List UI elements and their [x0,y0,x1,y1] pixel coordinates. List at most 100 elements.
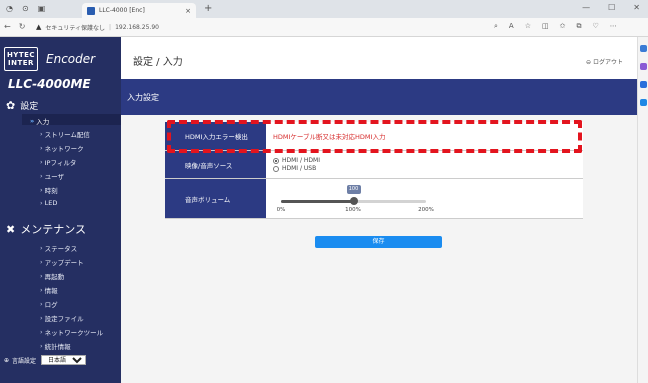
side-outlook-icon[interactable] [640,81,647,88]
double-chevron-icon: » [30,117,35,125]
volume-tick-min: 0% [276,206,286,213]
sidebar-item-label: アップデート [44,259,84,267]
refresh-icon[interactable]: ↻ [19,22,26,31]
close-window-icon[interactable]: ✕ [633,3,640,12]
chevron-right-icon: › [40,158,43,166]
more-icon[interactable]: ⋯ [610,22,617,31]
side-app-icon[interactable] [640,99,647,106]
sidebar-item-led[interactable]: › LED [40,199,57,207]
maximize-icon[interactable]: ☐ [608,3,615,12]
chevron-right-icon: › [40,314,43,322]
model-name: LLC-4000ME [8,77,91,91]
sidebar-item-label: ログ [44,301,58,309]
sidebar: HYTEC INTER Encoder LLC-4000ME ✿ 設定 » 入力… [0,37,121,383]
sidebar-item-statistics[interactable]: › 統計情報 [40,341,71,351]
side-search-icon[interactable] [640,45,647,52]
sidebar-item-reboot[interactable]: › 再起動 [40,271,64,281]
volume-bubble: 100 [346,184,361,194]
settings-section[interactable]: ✿ 設定 [6,99,38,112]
settings-section-label: 設定 [20,102,39,112]
chevron-right-icon: › [40,199,43,207]
tab-actions-icon[interactable]: ▣ [38,4,46,13]
logo-line-2: INTER [8,59,34,67]
source-option-hdmi-usb[interactable]: HDMI / USB [273,165,320,172]
volume-row: 音声ボリューム 100 0% 100% 200% [165,179,583,219]
sidebar-item-input[interactable]: » 入力 [30,116,49,126]
window-controls: — ☐ ✕ [582,3,640,12]
sidebar-item-label: ステータス [44,245,78,253]
sidebar-item-network-tools[interactable]: › ネットワークツール [40,327,103,337]
tab-bar-icons: ◔ ⊙ ▣ [6,4,45,13]
back-icon[interactable]: ← [4,22,11,31]
logout-label: ログアウト [592,59,623,66]
favicon-icon [87,6,95,15]
sidebar-item-user[interactable]: › ユーザ [40,171,64,181]
sidebar-item-label: 再起動 [44,273,65,281]
chevron-right-icon: › [40,328,43,336]
panel-header: 入力設定 [121,79,637,115]
url-text[interactable]: 192.168.25.90 [115,24,159,31]
language-select[interactable]: 日本語 [41,355,87,365]
collections-toolbar-icon[interactable]: ⧉ [577,22,582,31]
sidebar-item-label: ネットワーク [44,145,84,153]
volume-label: 音声ボリューム [165,179,266,218]
browser-tab[interactable]: LLC-4000 [Enc] × [82,3,196,18]
read-aloud-icon[interactable]: A [509,22,514,31]
sidebar-item-status[interactable]: › ステータス [40,243,77,253]
volume-thumb[interactable] [349,196,358,205]
maintenance-section-label: メンテナンス [20,223,86,236]
sidebar-item-label: 入力 [36,118,50,126]
source-value: HDMI / HDMI HDMI / USB [266,151,583,178]
favorites-list-icon[interactable]: ✩ [560,22,566,31]
browser-essentials-icon[interactable]: ♡ [593,22,599,31]
collections-icon[interactable]: ⊙ [22,4,29,13]
volume-slider[interactable]: 100 0% 100% 200% [273,181,434,217]
hytec-logo: HYTEC INTER [4,47,38,71]
source-option-label: HDMI / USB [282,165,317,172]
sidebar-item-network[interactable]: › ネットワーク [40,143,84,153]
nav-controls: ← ↻ [4,22,25,31]
new-tab-button[interactable]: + [204,3,212,14]
radio-unselected-icon[interactable] [273,165,279,172]
sidebar-item-info[interactable]: › 情報 [40,285,58,295]
volume-value: 100 0% 100% 200% [266,179,583,218]
brand: HYTEC INTER Encoder [4,47,95,71]
maintenance-section[interactable]: ✖ メンテナンス [6,221,86,237]
volume-fill [281,199,354,203]
volume-tick-max: 200% [418,206,434,213]
url-field[interactable]: ▲ セキュリティ保護なし | 192.168.25.90 [36,20,484,34]
browser-tab-bar: ◔ ⊙ ▣ LLC-4000 [Enc] × + — ☐ ✕ [0,0,648,18]
url-separator: | [109,23,112,31]
volume-track[interactable] [281,196,426,205]
chevron-right-icon: › [40,258,43,266]
search-icon[interactable]: ⌕ [494,22,498,31]
source-option-hdmi-hdmi[interactable]: HDMI / HDMI [273,157,320,164]
split-screen-icon[interactable]: ◫ [542,22,549,31]
sidebar-item-log[interactable]: › ログ [40,299,58,309]
sidebar-item-time[interactable]: › 時刻 [40,185,58,195]
warning-icon: ▲ [36,23,42,31]
sidebar-item-label: ユーザ [44,173,64,181]
sidebar-item-ipfilter[interactable]: › IPフィルタ [40,157,76,167]
minimize-icon[interactable]: — [582,3,590,12]
profile-icon[interactable]: ◔ [6,4,13,13]
gear-icon: ✿ [6,99,16,112]
logout-link[interactable]: ⊖ ログアウト [586,57,623,66]
favorite-icon[interactable]: ☆ [525,22,531,31]
sidebar-item-config-file[interactable]: › 設定ファイル [40,313,84,323]
tab-close-icon[interactable]: × [185,7,191,15]
chevron-right-icon: › [40,286,43,294]
tab-title: LLC-4000 [Enc] [99,7,145,14]
chevron-right-icon: › [40,172,43,180]
radio-selected-icon[interactable] [273,157,279,164]
save-button[interactable]: 保存 [315,236,442,248]
address-bar: ← ↻ ▲ セキュリティ保護なし | 192.168.25.90 ⌕ A ☆ ◫… [0,18,648,37]
source-row: 映像/音声ソース HDMI / HDMI HDMI / USB [165,151,583,179]
browser-toolbar: ⌕ A ☆ ◫ ✩ ⧉ ♡ ⋯ [494,22,617,31]
security-warning[interactable]: セキュリティ保護なし [45,23,105,32]
product-name: Encoder [46,52,96,66]
side-tools-icon[interactable] [640,63,647,70]
sidebar-item-stream[interactable]: › ストリーム配信 [40,129,90,139]
sidebar-item-update[interactable]: › アップデート [40,257,84,267]
source-radio-group: HDMI / HDMI HDMI / USB [273,157,320,172]
